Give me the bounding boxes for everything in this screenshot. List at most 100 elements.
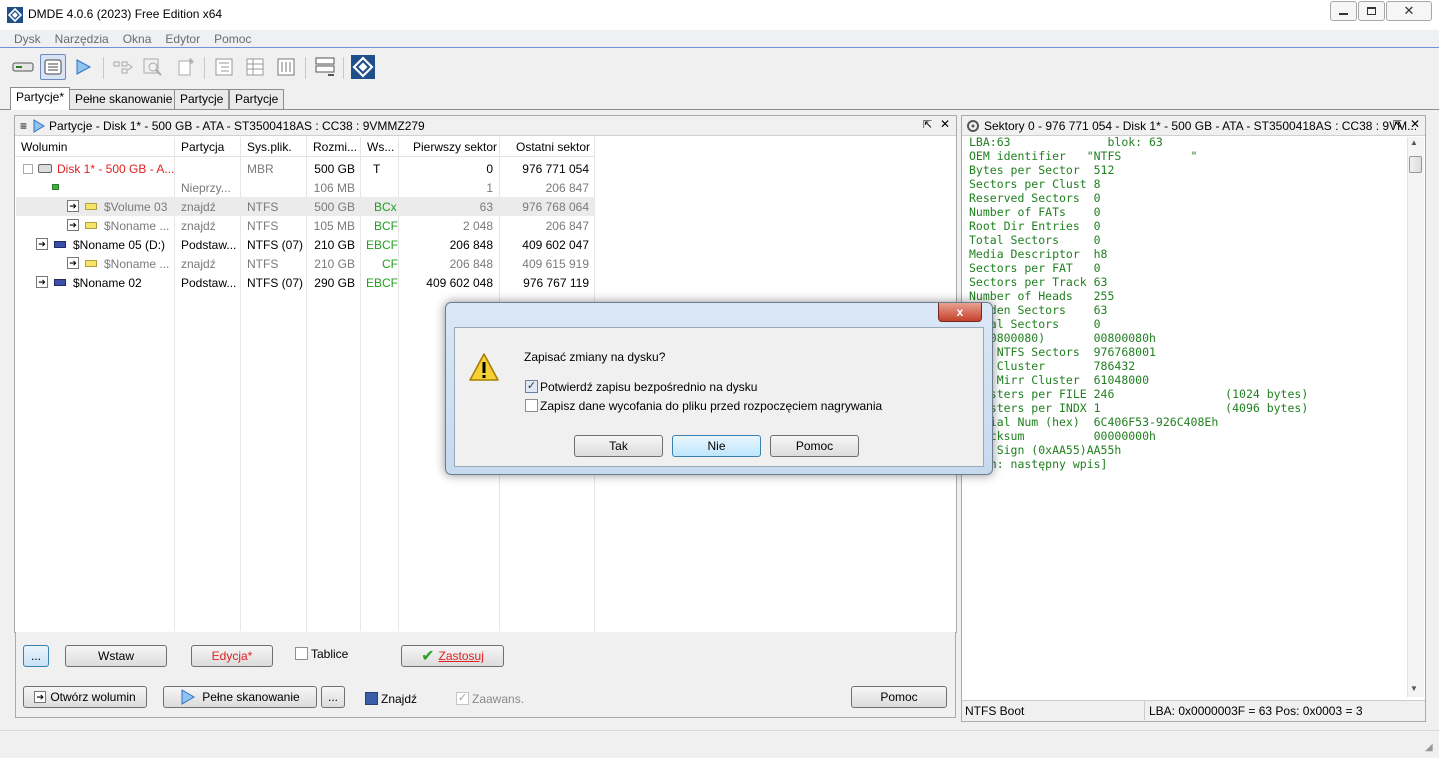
find-label: Znajdź xyxy=(381,692,418,706)
status-divider xyxy=(1144,701,1145,720)
col-header-filesystem[interactable]: Sys.plik. xyxy=(247,140,292,154)
row-size: 500 GB xyxy=(314,200,355,214)
tab-partitions-3[interactable]: Partycje xyxy=(229,89,285,109)
row-first-sector: 409 602 048 xyxy=(426,276,493,290)
tables-checkbox[interactable] xyxy=(295,647,308,660)
play-icon xyxy=(181,689,196,705)
edit-button[interactable]: Edycja* xyxy=(191,645,273,667)
col-header-volume[interactable]: Wolumin xyxy=(21,140,67,154)
menu-edytor[interactable]: Edytor xyxy=(165,32,200,46)
menu-narzedzia[interactable]: Narzędzia xyxy=(55,32,109,46)
advanced-checkbox[interactable]: ✓ xyxy=(456,692,469,705)
toolbar-view1-button[interactable] xyxy=(211,54,237,80)
row-volume: $Noname ... xyxy=(104,257,170,271)
maximize-button[interactable] xyxy=(1358,1,1385,21)
toolbar-file-recovery-button[interactable] xyxy=(110,54,136,80)
file-tree-icon xyxy=(113,61,133,74)
tab-partitions-active[interactable]: Partycje* xyxy=(10,87,71,110)
open-arrow-icon[interactable]: ➔ xyxy=(67,219,79,231)
confirm-direct-write-checkbox[interactable]: ✓ xyxy=(525,380,538,393)
toolbar-view3-button[interactable] xyxy=(273,54,299,80)
full-scan-button[interactable]: Pełne skanowanie xyxy=(163,686,317,708)
table-row[interactable]: ➔ $Noname 05 (D:) Podstaw... NTFS (07) 2… xyxy=(16,235,594,254)
toolbar-separator xyxy=(343,57,344,79)
minimize-button[interactable] xyxy=(1330,1,1357,21)
table-row-unallocated[interactable]: Nieprzy... 106 MB 1 206 847 xyxy=(16,178,594,197)
table-row-disk[interactable]: Disk 1* - 500 GB - A... MBR 500 GB T 0 9… xyxy=(16,159,594,178)
row-last-sector: 206 847 xyxy=(545,181,589,195)
disk-icon xyxy=(12,62,34,72)
partition-icon xyxy=(54,279,66,286)
row-first-sector: 0 xyxy=(486,162,493,176)
toolbar-about-button[interactable] xyxy=(350,54,376,80)
toolbar-partitions-button[interactable] xyxy=(40,54,66,80)
close-button[interactable]: ✕ xyxy=(1386,1,1432,21)
row-last-sector: 976 767 119 xyxy=(523,276,589,290)
menu-pomoc[interactable]: Pomoc xyxy=(214,32,251,46)
row-volume: $Volume 03 xyxy=(104,200,168,214)
dialog-close-button[interactable]: x xyxy=(938,303,982,322)
open-volume-button[interactable]: ➔ Otwórz wolumin xyxy=(23,686,147,708)
panel-close-icon[interactable]: ✕ xyxy=(1410,117,1420,131)
row-volume: $Noname 02 xyxy=(73,276,142,290)
apply-button[interactable]: ✔ Zastosuj xyxy=(401,645,504,667)
row-filesystem: NTFS (07) xyxy=(247,238,304,252)
menu-dysk[interactable]: Dysk xyxy=(14,32,41,46)
sector-text-line: Mirr Cluster 61048000 xyxy=(969,373,1150,387)
scan-options-button[interactable]: ... xyxy=(321,686,345,708)
undock-icon[interactable]: ⇱ xyxy=(923,118,932,131)
row-checkbox[interactable] xyxy=(23,164,33,174)
insert-button[interactable]: Wstaw xyxy=(65,645,167,667)
col-header-partition[interactable]: Partycja xyxy=(181,140,224,154)
window-title: DMDE 4.0.6 (2023) Free Edition x64 xyxy=(28,7,223,21)
dialog-yes-button[interactable]: Tak xyxy=(574,435,663,457)
dialog-help-button[interactable]: Pomoc xyxy=(770,435,859,457)
col-header-flags[interactable]: Ws... xyxy=(367,140,394,154)
panel-close-icon[interactable]: ✕ xyxy=(940,117,950,131)
toolbar-disk-button[interactable] xyxy=(10,54,36,80)
menu-lines-icon[interactable]: ≡ xyxy=(20,119,27,133)
more-options-button[interactable]: ... xyxy=(23,645,49,667)
resize-grip-icon[interactable]: ◢ xyxy=(1425,742,1433,753)
col-header-size[interactable]: Rozmi... xyxy=(313,140,357,154)
col-header-first-sector[interactable]: Pierwszy sektor xyxy=(413,140,497,154)
toolbar-separator xyxy=(103,57,104,79)
save-undo-data-checkbox[interactable] xyxy=(525,399,538,412)
open-arrow-icon[interactable]: ➔ xyxy=(67,257,79,269)
tab-full-scan[interactable]: Pełne skanowanie xyxy=(69,89,179,109)
toolbar-new-button[interactable] xyxy=(172,54,198,80)
scrollbar-thumb[interactable] xyxy=(1409,156,1422,173)
scroll-up-icon[interactable]: ▲ xyxy=(1410,138,1418,147)
scroll-down-icon[interactable]: ▼ xyxy=(1410,684,1418,693)
find-checkbox[interactable] xyxy=(365,692,378,705)
toolbar-search-button[interactable] xyxy=(140,54,166,80)
toolbar-scan-button[interactable] xyxy=(70,54,96,80)
table-row-selected[interactable]: ➔ $Volume 03 znajdź NTFS 500 GB BCx 63 9… xyxy=(16,197,594,216)
warning-icon xyxy=(469,353,499,381)
help-button[interactable]: Pomoc xyxy=(851,686,947,708)
open-arrow-icon: ➔ xyxy=(34,691,47,703)
sector-text-line: 00800080) 00800080h xyxy=(969,331,1156,345)
open-arrow-icon[interactable]: ➔ xyxy=(36,276,48,288)
col-header-last-sector[interactable]: Ostatni sektor xyxy=(516,140,590,154)
search-icon xyxy=(143,58,162,76)
menu-bar: Dysk Narzędzia Okna Edytor Pomoc xyxy=(0,30,1439,48)
row-first-sector: 2 048 xyxy=(462,219,493,233)
tab-partitions-2[interactable]: Partycje xyxy=(174,89,230,109)
toolbar-panels-button[interactable] xyxy=(312,54,338,80)
row-volume: $Noname ... xyxy=(104,219,170,233)
table-row[interactable]: ➔ $Noname ... znajdź NTFS 105 MB BCF 2 0… xyxy=(16,216,594,235)
menu-okna[interactable]: Okna xyxy=(123,32,152,46)
row-flags: CF xyxy=(382,257,398,271)
open-arrow-icon[interactable]: ➔ xyxy=(36,238,48,250)
open-arrow-icon[interactable]: ➔ xyxy=(67,200,79,212)
toolbar-view2-button[interactable] xyxy=(242,54,268,80)
table-row[interactable]: ➔ $Noname 02 Podstaw... NTFS (07) 290 GB… xyxy=(16,273,594,292)
sectors-scrollbar[interactable] xyxy=(1407,137,1424,697)
table-row[interactable]: ➔ $Noname ... znajdź NTFS 210 GB CF 206 … xyxy=(16,254,594,273)
dialog-no-button[interactable]: Nie xyxy=(672,435,761,457)
maximize-icon xyxy=(1367,7,1376,15)
free-space-icon xyxy=(52,184,59,190)
dmde-logo-icon xyxy=(351,55,375,79)
undock-icon[interactable]: ⇱ xyxy=(1393,118,1402,131)
